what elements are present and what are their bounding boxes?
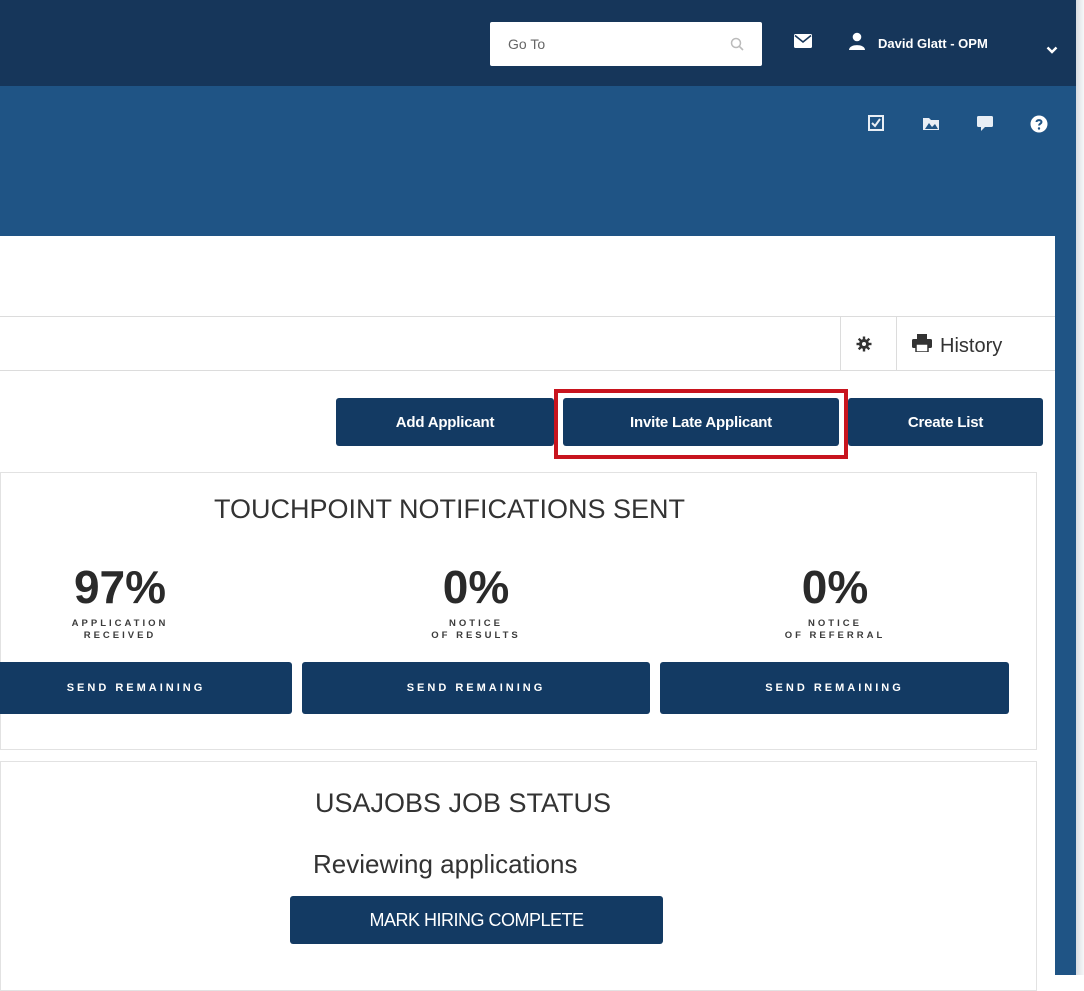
gear-icon[interactable] [856,336,872,357]
chevron-down-icon[interactable] [1046,41,1058,59]
toolbar-divider [0,370,1055,371]
notice-of-referral-caption: NOTICE OF REFERRAL [784,618,886,641]
job-status-value: Reviewing applications [313,849,578,879]
history-label: History [940,334,1003,357]
search-icon[interactable] [730,37,744,51]
mark-hiring-complete-button[interactable]: MARK HIRING COMPLETE [290,896,663,944]
application-received-caption: APPLICATION RECEIVED [71,618,169,641]
notice-of-referral-percent: 0% [801,561,869,613]
mail-icon[interactable] [794,34,812,53]
send-remaining-results-button[interactable]: SEND REMAINING [302,662,650,714]
create-list-button[interactable]: Create List [848,398,1043,446]
history-button[interactable]: History [912,332,1002,360]
print-icon [912,334,932,358]
toolbar-separator [840,317,841,370]
invite-late-applicant-button[interactable]: Invite Late Applicant [563,398,839,446]
search-placeholder: Go To [508,36,546,52]
checkbox-icon[interactable] [868,115,884,136]
send-remaining-referral-button[interactable]: SEND REMAINING [660,662,1009,714]
page-right-border [1055,236,1076,975]
folder-icon[interactable] [922,115,940,136]
go-to-search-input[interactable]: Go To [490,22,762,66]
notice-of-results-caption: NOTICE OF RESULTS [431,618,521,641]
touchpoint-title: TOUCHPOINT NOTIFICATIONS SENT [214,494,686,524]
user-menu[interactable]: David Glatt - OPM [878,36,988,51]
add-applicant-button[interactable]: Add Applicant [336,398,554,446]
window-shadow [1076,0,1084,975]
send-remaining-application-button[interactable]: SEND REMAINING [0,662,292,714]
toolbar-separator [896,317,897,370]
application-received-percent: 97% [73,561,167,613]
help-icon[interactable] [1030,115,1048,138]
sub-header-bar [0,86,1076,236]
job-status-title: USAJOBS JOB STATUS [315,788,612,818]
notice-of-results-percent: 0% [442,561,510,613]
user-icon[interactable] [848,32,866,55]
comment-icon[interactable] [976,115,994,137]
